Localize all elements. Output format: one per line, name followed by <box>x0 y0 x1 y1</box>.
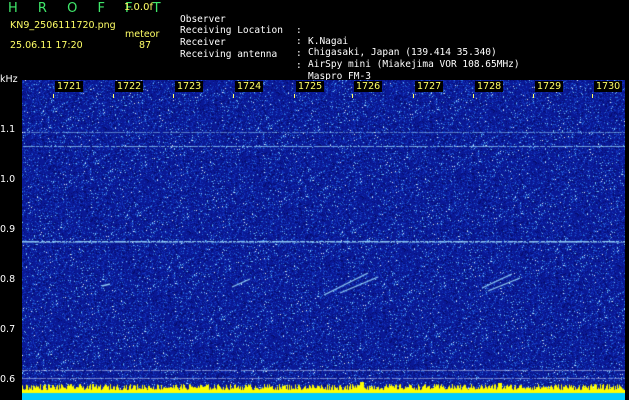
y-unit-label: kHz <box>0 74 18 85</box>
time-tick-mark <box>352 94 353 98</box>
y-tick-label: 0.6 <box>0 374 16 385</box>
meta-colon: : <box>296 25 302 36</box>
time-tick-label: 1727 <box>415 81 444 92</box>
time-tick-label: 1721 <box>55 81 84 92</box>
meta-value: AirSpy mini (Miakejima VOR 108.65MHz) <box>308 59 520 70</box>
time-tick-mark <box>294 94 295 98</box>
time-tick-mark <box>173 94 174 98</box>
time-tick-label: 1725 <box>296 81 325 92</box>
header-panel: H R O F F T 1.0.0f KN9_2506111720.png me… <box>0 0 629 82</box>
time-tick-mark <box>533 94 534 98</box>
version-label: 1.0.0f <box>124 2 153 13</box>
meta-value: K.Nagai <box>308 36 349 47</box>
time-tick-mark <box>113 94 114 98</box>
time-tick-mark <box>413 94 414 98</box>
time-tick-mark <box>233 94 234 98</box>
time-tick-mark <box>592 94 593 98</box>
y-tick-label: 0.7 <box>0 324 16 335</box>
time-tick-mark <box>473 94 474 98</box>
y-tick-label: 1.1 <box>0 124 16 135</box>
meta-value: Chigasaki, Japan (139.414 35.340) <box>308 47 497 58</box>
y-tick-label: 1.0 <box>0 174 16 185</box>
meta-colon: : <box>296 60 302 71</box>
meta-label: Receiving antenna <box>180 49 278 60</box>
meta-colon: : <box>296 48 302 59</box>
spectrogram-canvas <box>22 80 625 400</box>
type-label: meteor <box>125 29 160 40</box>
meta-colon: : <box>296 36 302 47</box>
datetime-label: 25.06.11 17:20 <box>10 40 83 51</box>
count-label: 87 <box>139 40 152 51</box>
time-tick-mark <box>53 94 54 98</box>
time-tick-label: 1722 <box>115 81 144 92</box>
time-tick-label: 1730 <box>594 81 623 92</box>
time-tick-label: 1726 <box>354 81 383 92</box>
time-tick-label: 1729 <box>535 81 564 92</box>
y-tick-label: 0.9 <box>0 224 16 235</box>
y-tick-label: 0.8 <box>0 274 16 285</box>
filename-label: KN9_2506111720.png <box>10 20 116 31</box>
time-tick-label: 1728 <box>475 81 504 92</box>
time-tick-label: 1723 <box>175 81 204 92</box>
time-tick-label: 1724 <box>235 81 264 92</box>
